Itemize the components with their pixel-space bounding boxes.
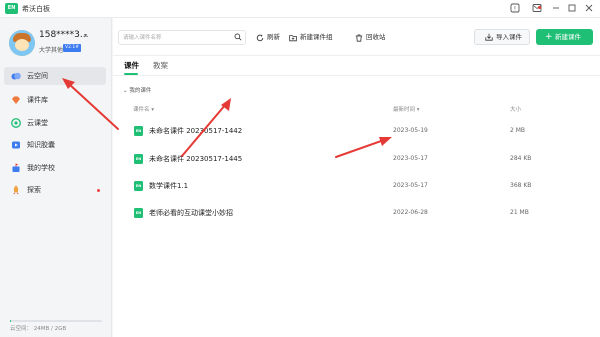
minimize-icon[interactable]	[550, 3, 562, 15]
sidebar-item-label: 探索	[27, 186, 41, 194]
recycle-bin-button[interactable]: 回收站	[355, 30, 386, 45]
file-name[interactable]: 老师必看的互动课堂小妙招	[149, 201, 233, 225]
storage-progress	[10, 320, 102, 322]
tab-courseware[interactable]: 课件	[124, 60, 139, 71]
trash-icon	[355, 34, 363, 42]
courseware-file-icon: EN	[134, 126, 143, 136]
file-size: 284 KB	[510, 155, 532, 162]
column-header-name[interactable]: 课件名 ▾	[133, 105, 154, 113]
main-panel: 刷新 新建课件组 回收站 导入课件 + 新建课件 课件 教案 ⌄ 我的课件 课件…	[113, 18, 600, 337]
file-size: 2 MB	[510, 127, 526, 134]
toolbar: 刷新 新建课件组 回收站 导入课件 + 新建课件	[113, 18, 600, 56]
avatar[interactable]	[9, 30, 35, 56]
file-size: 21 MB	[510, 209, 529, 216]
plus-icon: +	[545, 32, 553, 42]
breadcrumb-label: 我的课件	[129, 88, 152, 94]
sidebar-item-courseware-library[interactable]: 课件库	[4, 91, 106, 109]
table-row[interactable]: EN 数学课件1.1 2023-05-17 368 KB	[123, 174, 593, 198]
folder-plus-icon	[289, 35, 297, 42]
new-courseware-button[interactable]: + 新建课件	[536, 29, 593, 45]
content-tabs: 课件 教案	[113, 56, 600, 76]
sidebar-item-label: 课件库	[27, 96, 48, 104]
file-name[interactable]: 未命名课件 20230517-1445	[149, 147, 242, 171]
courseware-file-icon: EN	[134, 208, 143, 218]
rocket-icon	[13, 185, 19, 195]
sidebar-item-knowledge-capsule[interactable]: 知识胶囊	[4, 136, 106, 154]
file-size: 368 KB	[510, 182, 532, 189]
refresh-icon	[256, 34, 264, 42]
notification-dot	[538, 6, 541, 9]
search-box[interactable]	[118, 30, 246, 45]
search-input[interactable]	[123, 32, 229, 43]
import-label: 导入课件	[496, 33, 522, 41]
file-updated: 2023-05-17	[393, 182, 428, 189]
import-icon	[485, 33, 493, 41]
new-courseware-label: 新建课件	[555, 33, 581, 41]
table-row[interactable]: EN 老师必看的互动课堂小妙招 2022-06-28 21 MB	[123, 201, 593, 225]
title-bar: EN 希沃白板 !	[0, 0, 600, 18]
file-updated: 2022-06-28	[393, 209, 428, 216]
version-badge: V2.1#	[63, 44, 82, 52]
chevron-down-icon: ⌄	[123, 88, 128, 94]
table-row[interactable]: EN 未命名课件 20230517-1442 2023-05-19 2 MB	[123, 119, 593, 143]
gem-icon	[12, 96, 20, 104]
file-name[interactable]: 数学课件1.1	[149, 174, 188, 198]
file-updated: 2023-05-19	[393, 127, 428, 134]
close-icon[interactable]	[583, 3, 595, 15]
breadcrumb[interactable]: ⌄ 我的课件	[123, 86, 151, 94]
search-icon[interactable]	[234, 33, 242, 41]
app-title: 希沃白板	[22, 5, 50, 13]
classroom-icon	[11, 118, 21, 128]
active-tab-indicator	[124, 73, 138, 75]
user-role: 大学其他	[39, 47, 64, 54]
column-header-updated[interactable]: 最新时间 ▾	[393, 105, 420, 113]
import-courseware-button[interactable]: 导入课件	[474, 29, 530, 45]
courseware-file-icon: EN	[134, 154, 143, 164]
refresh-button[interactable]: 刷新	[256, 30, 280, 45]
table-row[interactable]: EN 未命名课件 20230517-1445 2023-05-17 284 KB	[123, 147, 593, 171]
file-updated: 2023-05-17	[393, 155, 428, 162]
column-header-size: 大小	[510, 107, 522, 113]
app-logo: EN	[5, 3, 18, 14]
sidebar-item-cloud-classroom[interactable]: 云课堂	[4, 114, 106, 132]
sidebar-item-label: 云课堂	[27, 119, 48, 127]
maximize-icon[interactable]	[566, 3, 578, 15]
sidebar-item-label: 知识胶囊	[27, 141, 55, 149]
chevron-down-icon[interactable]: ▾	[84, 32, 87, 39]
sidebar-item-my-school[interactable]: 我的学校	[4, 159, 106, 177]
capsule-icon	[12, 141, 20, 149]
file-name[interactable]: 未命名课件 20230517-1442	[149, 119, 242, 143]
sidebar-item-explore[interactable]: 探索	[4, 181, 106, 199]
tab-lesson-plans[interactable]: 教案	[153, 60, 168, 71]
help-icon[interactable]: !	[509, 3, 521, 15]
new-group-button[interactable]: 新建课件组	[289, 30, 333, 45]
school-icon	[12, 163, 20, 172]
cloud-icon	[11, 72, 21, 80]
sidebar: 158****3... ▾ 大学其他 V2.1# 云空间 课件库 云课堂 知识胶…	[0, 18, 112, 337]
user-name[interactable]: 158****3...	[39, 30, 89, 40]
message-icon[interactable]	[531, 3, 543, 15]
sidebar-item-label: 我的学校	[27, 164, 55, 172]
storage-usage: 云空间： 24MB / 2GB	[10, 326, 67, 332]
sidebar-item-label: 云空间	[27, 72, 48, 80]
courseware-file-icon: EN	[134, 181, 143, 191]
svg-text:!: !	[514, 6, 516, 13]
notification-dot	[97, 189, 100, 192]
sidebar-item-cloud-space[interactable]: 云空间	[4, 67, 106, 85]
